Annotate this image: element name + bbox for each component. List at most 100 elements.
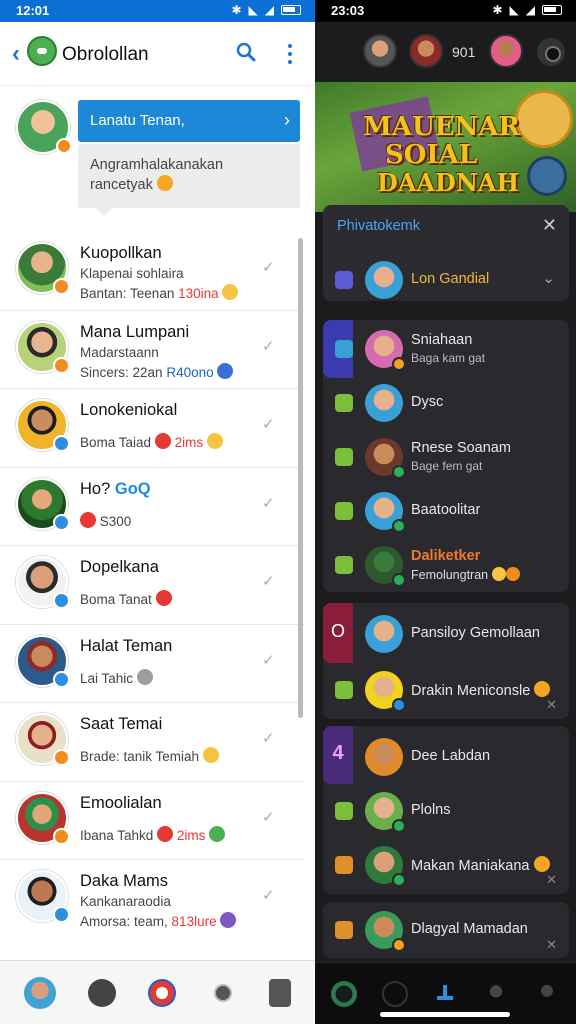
tag-icon bbox=[335, 394, 353, 412]
chat-row[interactable]: Lonokeniokal Boma Taiad 2ims ✓ bbox=[0, 389, 305, 468]
tag-icon bbox=[335, 856, 353, 874]
avatar bbox=[365, 792, 406, 833]
item-name: Baatoolitar bbox=[411, 502, 481, 518]
top-bar: 901 bbox=[315, 22, 576, 82]
chat-row[interactable]: Dopelkana Boma Tanat ✓ bbox=[0, 546, 305, 625]
status-badge bbox=[392, 873, 406, 887]
home-indicator[interactable] bbox=[380, 1012, 510, 1017]
status-bar: 23:03 ✱ ◣ ◢ bbox=[315, 0, 576, 22]
status-badge bbox=[53, 435, 70, 452]
pinned-message[interactable]: Angramhalakanakan rancetyak bbox=[78, 144, 300, 216]
avatar bbox=[16, 320, 70, 374]
people-tab-icon[interactable] bbox=[483, 980, 510, 1007]
pinned-avatar[interactable] bbox=[16, 100, 72, 154]
avatar[interactable] bbox=[409, 34, 443, 68]
chat-row[interactable]: Saat Temai Brade: tanik Temiah ✓ bbox=[0, 703, 305, 782]
list-item[interactable]: Daliketker Femolungtran bbox=[323, 538, 569, 592]
scrollbar[interactable] bbox=[298, 238, 303, 718]
chat-tab-icon[interactable] bbox=[88, 978, 117, 1007]
chevron-down-icon[interactable]: ⌄ bbox=[542, 269, 555, 287]
battery-icon bbox=[542, 5, 562, 15]
pinned-header-label: Lanatu Tenan, bbox=[90, 112, 185, 129]
avatar bbox=[365, 384, 403, 422]
avatar bbox=[16, 634, 70, 688]
status-badge bbox=[392, 698, 406, 712]
private-panel: Phivatokemk ✕ Lon Gandial ⌄ bbox=[323, 205, 569, 301]
list-item[interactable]: Dlagyal Mamadan ✕ bbox=[323, 903, 569, 957]
chat-preview: Boma Tanat bbox=[80, 590, 172, 607]
group-card: O Pansiloy Gemollaan Drakin Meniconsle ✕ bbox=[323, 603, 569, 719]
profile-tab-icon[interactable] bbox=[24, 976, 57, 1009]
avatar bbox=[16, 870, 70, 923]
item-subtitle: Bage fem gat bbox=[411, 459, 483, 473]
status-badge bbox=[53, 670, 70, 688]
chat-row[interactable]: Mana Lumpani Madarstaann Sincers: 22an R… bbox=[0, 311, 305, 389]
camera-tab-icon[interactable] bbox=[208, 978, 237, 1007]
avatar bbox=[16, 242, 70, 295]
list-item[interactable]: Baatoolitar bbox=[323, 484, 569, 538]
bluetooth-icon: ✱ bbox=[231, 3, 242, 17]
chat-name: Halat Teman bbox=[80, 636, 173, 655]
item-name: Dlagyal Mamadan bbox=[411, 921, 528, 937]
status-badge bbox=[53, 278, 70, 295]
list-item[interactable]: Sniahaan Baga kam gat bbox=[323, 322, 569, 376]
chat-preview: S300 bbox=[80, 511, 131, 529]
tag-icon bbox=[335, 502, 353, 520]
panel-item[interactable]: Lon Gandial ⌄ bbox=[323, 253, 569, 307]
chat-row[interactable]: Halat Teman Lai Tahic ✓ bbox=[0, 625, 305, 703]
avatar[interactable] bbox=[363, 34, 397, 68]
search-tab-icon[interactable] bbox=[381, 980, 408, 1007]
dismiss-icon[interactable]: ✕ bbox=[546, 872, 557, 888]
check-icon: ✓ bbox=[262, 887, 275, 904]
chat-subtitle: Madarstaann bbox=[80, 344, 159, 360]
download-tab-icon[interactable] bbox=[432, 980, 459, 1007]
item-name: Dysc bbox=[411, 394, 444, 410]
status-badge bbox=[392, 819, 406, 833]
list-item[interactable]: Rnese Soanam Bage fem gat bbox=[323, 430, 569, 484]
search-icon[interactable] bbox=[236, 42, 256, 62]
list-item[interactable]: Drakin Meniconsle ✕ bbox=[323, 663, 569, 717]
list-item[interactable]: Plolns bbox=[323, 784, 569, 838]
status-badge bbox=[53, 356, 70, 374]
avatar bbox=[365, 330, 406, 371]
discover-tab-icon[interactable] bbox=[148, 978, 177, 1007]
chat-row[interactable]: Ho? GoQ S300 ✓ bbox=[0, 468, 305, 546]
avatar bbox=[16, 399, 70, 452]
camera-icon[interactable] bbox=[537, 38, 565, 66]
chevron-right-icon: › bbox=[284, 110, 290, 130]
home-tab-icon[interactable] bbox=[331, 980, 358, 1007]
chat-preview: Amorsa: team, 813lure bbox=[80, 912, 237, 929]
menu-tab-icon[interactable] bbox=[268, 978, 291, 1007]
more-options-icon[interactable] bbox=[288, 44, 292, 64]
pinned-header-button[interactable]: Lanatu Tenan, › bbox=[78, 100, 300, 142]
dismiss-icon[interactable]: ✕ bbox=[546, 697, 557, 713]
wifi-icon: ◣ bbox=[509, 3, 519, 17]
avatar bbox=[365, 671, 406, 712]
item-name: Daliketker bbox=[411, 548, 481, 564]
avatar[interactable] bbox=[489, 34, 523, 68]
dismiss-icon[interactable]: ✕ bbox=[546, 937, 557, 953]
status-badge bbox=[53, 749, 70, 766]
chat-preview: Sincers: 22an R40ono bbox=[80, 362, 234, 380]
item-name: Drakin Meniconsle bbox=[411, 681, 551, 699]
tag-icon bbox=[335, 556, 353, 574]
list-item[interactable]: Dysc bbox=[323, 376, 569, 430]
list-item[interactable]: Dee Labdan bbox=[323, 730, 569, 784]
chat-row[interactable]: Kuopollkan Klapenai sohlaira Bantan: Tee… bbox=[0, 232, 305, 311]
banner-character bbox=[515, 90, 573, 148]
item-name: Sniahaan bbox=[411, 332, 473, 348]
avatar bbox=[365, 546, 406, 587]
status-badge bbox=[392, 573, 406, 587]
chat-row[interactable]: Daka Mams Kankanaraodia Amorsa: team, 81… bbox=[0, 860, 305, 939]
promo-banner[interactable]: MAUENAR SOIAL DAADNAH bbox=[315, 82, 576, 212]
check-icon: ✓ bbox=[262, 259, 275, 276]
signal-icon: ◢ bbox=[525, 3, 535, 17]
close-icon[interactable]: ✕ bbox=[542, 215, 557, 236]
check-icon: ✓ bbox=[262, 808, 275, 826]
profile-tab-icon[interactable] bbox=[533, 980, 560, 1007]
back-icon[interactable]: ‹ bbox=[12, 40, 20, 68]
chat-name: Daka Mams bbox=[80, 872, 169, 890]
chat-row[interactable]: Emoolialan Ibana Tahkd 2ims ✓ bbox=[0, 782, 305, 860]
list-item[interactable]: Pansiloy Gemollaan bbox=[323, 607, 569, 661]
list-item[interactable]: Makan Maniakana ✕ bbox=[323, 838, 569, 892]
